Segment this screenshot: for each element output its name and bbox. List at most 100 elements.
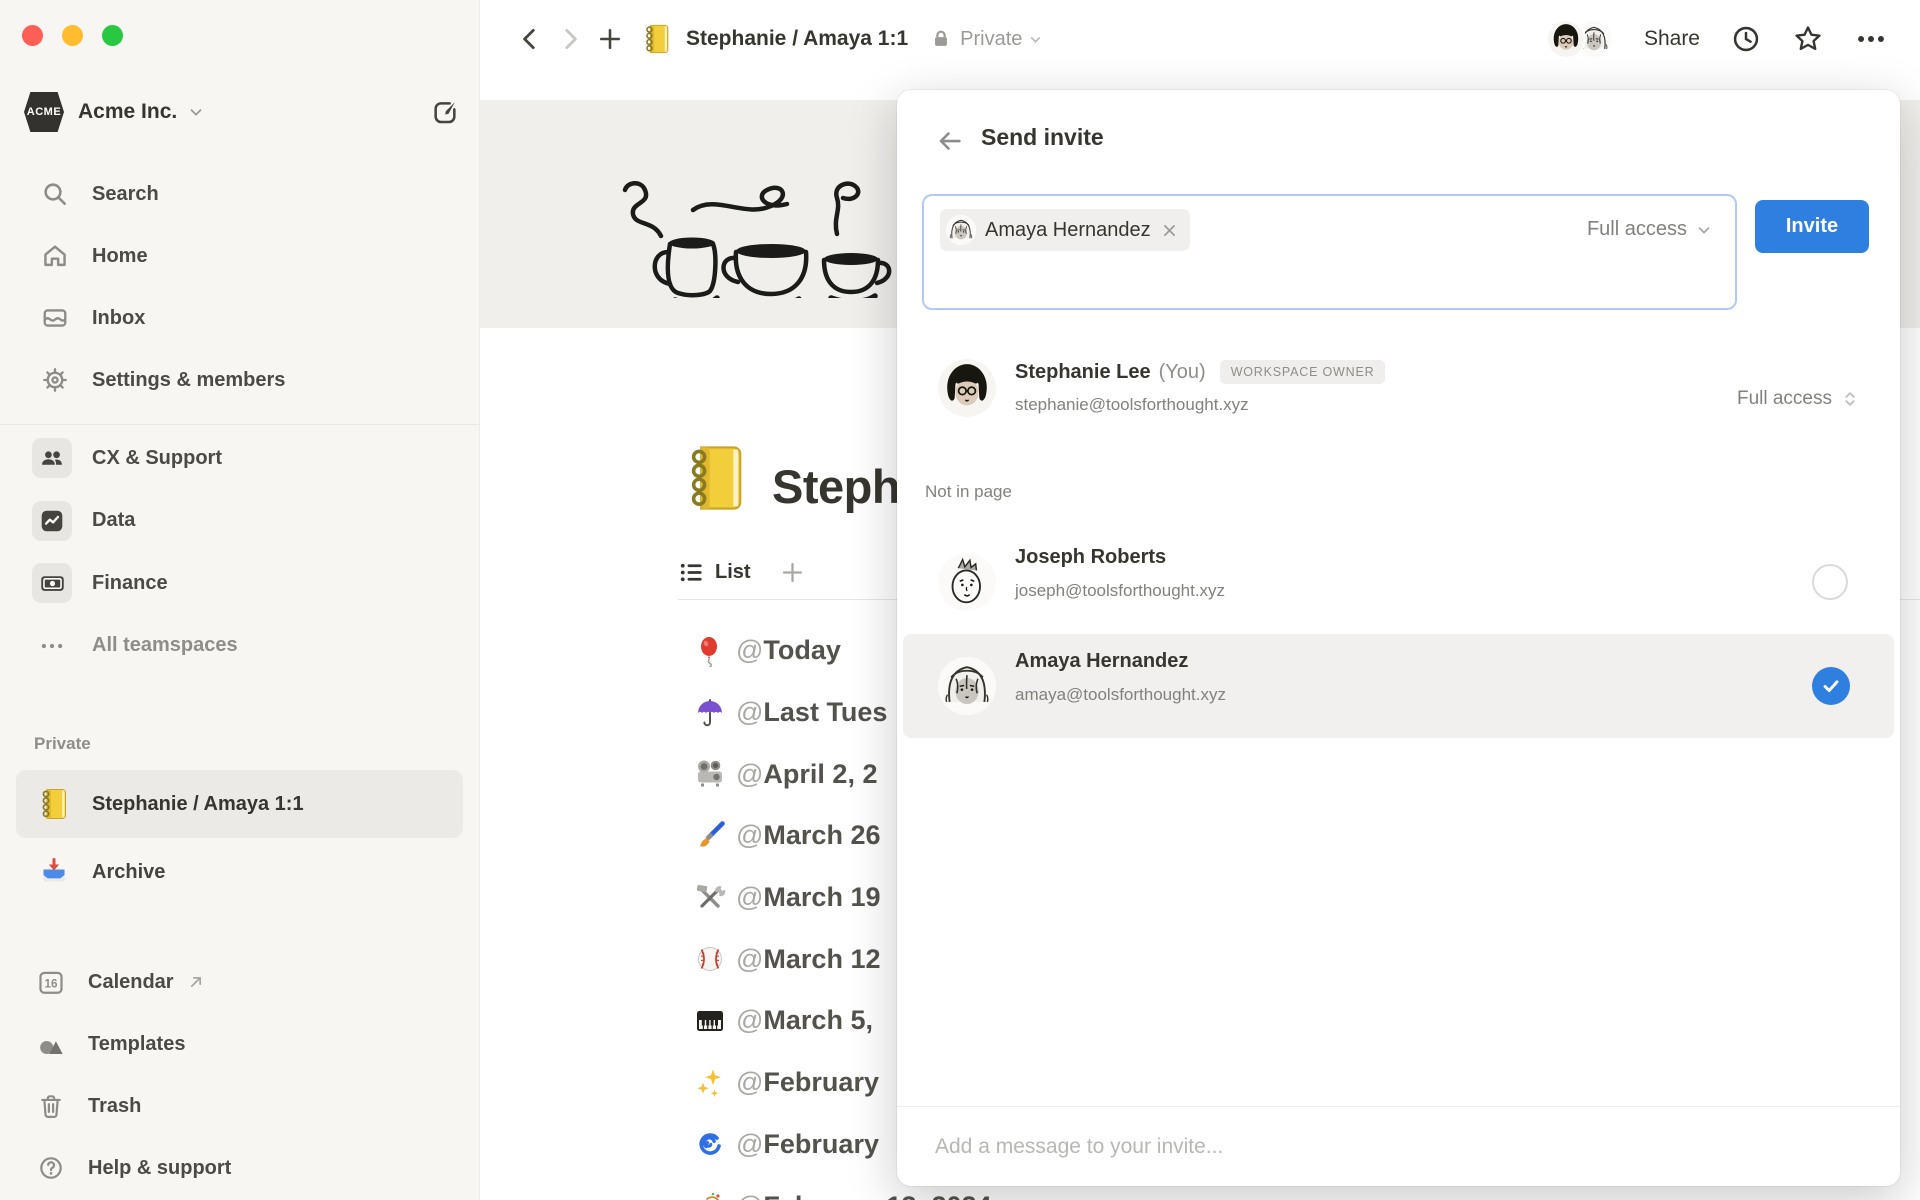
date-mention-link[interactable]: @March 5,: [736, 1005, 873, 1036]
sidebar-item-help-support[interactable]: Help & support: [0, 1137, 479, 1199]
mention-at-sign: @: [736, 943, 764, 974]
stephanie-avatar[interactable]: [1545, 19, 1586, 59]
date-mention-link[interactable]: @February 13, 2024: [736, 1191, 992, 1200]
external-arrow-icon: [186, 972, 206, 992]
not-in-page-label: Not in page: [925, 482, 1012, 501]
tab-list-view[interactable]: List: [715, 561, 751, 584]
chevron-down-icon: [1028, 32, 1043, 47]
sidebar-teamspaces: CX & Support Data Finance All teamspaces: [0, 427, 479, 677]
minimize-window-button[interactable]: [62, 25, 83, 46]
sidebar-teamspace-finance[interactable]: Finance: [0, 552, 479, 615]
stephanie-avatar: [938, 359, 996, 417]
balloon-icon: [692, 633, 728, 669]
date-mention-link[interactable]: @March 19: [736, 882, 880, 913]
templates-icon: [36, 1029, 66, 1059]
window-controls: [22, 25, 123, 46]
sidebar-teamspace-data[interactable]: Data: [0, 490, 479, 553]
date-mention-link[interactable]: @March 12: [736, 944, 880, 975]
new-page-button[interactable]: [425, 92, 465, 132]
sidebar-page-label: Stephanie / Amaya 1:1: [92, 792, 304, 815]
list-view-icon: [678, 559, 705, 586]
sidebar-item-trash[interactable]: Trash: [0, 1075, 479, 1137]
joseph-avatar: [938, 553, 996, 611]
teamspace-label: Finance: [92, 571, 168, 594]
mention-at-sign: @: [736, 1128, 764, 1159]
date-mention-link[interactable]: @Today: [736, 635, 841, 666]
mention-at-sign: @: [736, 1005, 764, 1036]
workspace-logo: ACME: [24, 92, 64, 132]
sidebar-item-inbox[interactable]: Inbox: [0, 287, 479, 349]
top-toolbar: Stephanie / Amaya 1:1 Private Share: [480, 0, 1920, 78]
forward-button[interactable]: [550, 19, 590, 59]
selected-check-icon[interactable]: [1812, 667, 1850, 705]
search-icon: [40, 179, 70, 209]
chevron-down-icon: [1698, 226, 1710, 234]
zoom-window-button[interactable]: [102, 25, 123, 46]
calendar-icon: 16: [36, 967, 66, 997]
popover-title: Send invite: [981, 124, 1104, 150]
stephanie-avatar: [938, 359, 996, 417]
history-clock-icon[interactable]: [1730, 23, 1762, 55]
recipient-chip[interactable]: Amaya Hernandez: [940, 209, 1190, 251]
breadcrumb-page-title[interactable]: Stephanie / Amaya 1:1: [686, 27, 908, 51]
teamspace-label: Data: [92, 509, 136, 532]
owner-access-dropdown[interactable]: Full access: [1737, 388, 1860, 410]
unselected-radio-icon[interactable]: [1812, 564, 1848, 600]
sidebar-item-label: Settings & members: [92, 368, 286, 391]
date-mention-link[interactable]: @Last Tues: [736, 697, 887, 728]
sidebar-item-calendar[interactable]: 16 Calendar: [0, 951, 479, 1013]
sidebar-page-stephanie-amaya-1-1[interactable]: Stephanie / Amaya 1:1: [16, 770, 463, 838]
mention-at-sign: @: [736, 697, 764, 728]
mention-at-sign: @: [736, 882, 764, 913]
sidebar-item-settings-members[interactable]: Settings & members: [0, 349, 479, 411]
sidebar-item-templates[interactable]: Templates: [0, 1013, 479, 1075]
access-level-value: Full access: [1586, 218, 1687, 240]
back-button[interactable]: [510, 19, 550, 59]
member-email: amaya@toolsforthought.xyz: [1015, 685, 1226, 704]
coffee-mugs-doodle: [622, 181, 892, 298]
sidebar-item-label: Calendar: [88, 970, 174, 993]
umbrella-icon: [692, 695, 728, 731]
workspace-name: Acme Inc.: [78, 100, 178, 123]
chevron-right-icon: [565, 28, 577, 50]
sidebar-item-search[interactable]: Search: [0, 163, 479, 225]
member-row-amaya-hernandez[interactable]: Amaya Hernandez amaya@toolsforthought.xyz: [903, 634, 1894, 738]
invite-recipients-input[interactable]: Amaya Hernandez Full access: [922, 194, 1737, 310]
home-icon: [40, 241, 70, 271]
invite-message-input[interactable]: Add a message to your invite...: [897, 1106, 1900, 1186]
access-level-dropdown[interactable]: Full access: [1587, 218, 1713, 241]
notebook-icon: [640, 22, 674, 56]
share-button[interactable]: Share: [1644, 27, 1700, 51]
favorite-star-icon[interactable]: [1792, 23, 1824, 55]
notebook-icon: [678, 440, 754, 516]
sidebar-teamspace-all-teamspaces[interactable]: All teamspaces: [0, 615, 479, 678]
back-arrow-icon[interactable]: [935, 126, 965, 156]
help-icon: [36, 1153, 66, 1183]
amaya-avatar: [938, 657, 996, 715]
workspace-switcher[interactable]: ACME Acme Inc.: [24, 86, 465, 138]
joseph-avatar: [938, 553, 996, 611]
remove-recipient-icon[interactable]: [1161, 222, 1178, 239]
date-mention-link[interactable]: @April 2, 2: [736, 759, 877, 790]
more-options-icon[interactable]: [1854, 22, 1888, 56]
close-window-button[interactable]: [22, 25, 43, 46]
invite-button[interactable]: Invite: [1755, 200, 1869, 253]
stephanie-avatar: [1547, 21, 1584, 57]
date-mention-link[interactable]: @March 26: [736, 820, 880, 851]
mention-at-sign: @: [736, 758, 764, 789]
svg-text:16: 16: [45, 978, 58, 991]
sidebar-teamspace-cx-support[interactable]: CX & Support: [0, 427, 479, 490]
sparkles-icon: [692, 1065, 728, 1101]
add-view-icon[interactable]: [779, 559, 806, 586]
sidebar-item-home[interactable]: Home: [0, 225, 479, 287]
trash-icon: [36, 1091, 66, 1121]
notebook-icon[interactable]: [678, 440, 754, 516]
member-row-joseph-roberts[interactable]: Joseph Roberts joseph@toolsforthought.xyz: [903, 530, 1894, 634]
date-mention-link[interactable]: @February: [736, 1129, 879, 1160]
date-mention-link[interactable]: @February: [736, 1067, 879, 1098]
visibility-label[interactable]: Private: [960, 28, 1022, 51]
invite-message-placeholder: Add a message to your invite...: [935, 1134, 1224, 1158]
amaya-avatar: [946, 215, 976, 245]
add-page-button[interactable]: [590, 19, 630, 59]
sidebar-page-archive[interactable]: Archive: [16, 838, 463, 906]
